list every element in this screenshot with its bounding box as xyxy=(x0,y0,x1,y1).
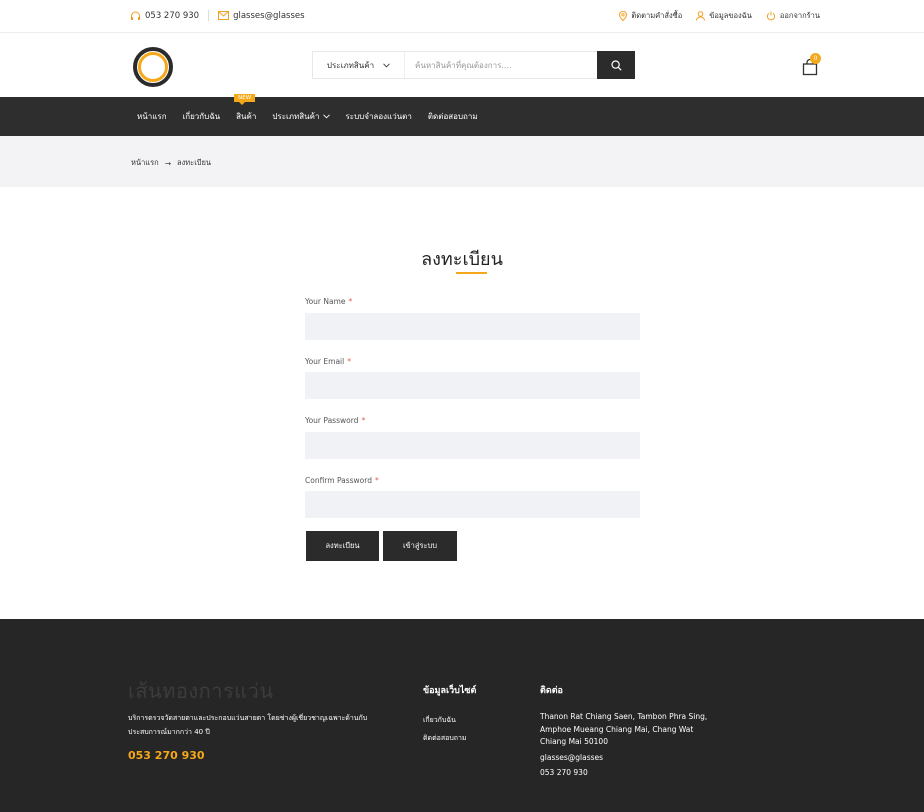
footer-email[interactable]: glasses@glasses xyxy=(540,752,710,765)
nav-label: หน้าแรก xyxy=(137,112,167,121)
chevron-down-icon xyxy=(383,61,390,70)
breadcrumb-home-link[interactable]: หน้าแรก xyxy=(131,157,159,169)
password-label: Your Password * xyxy=(305,416,365,425)
topbar-phone: 053 270 930 xyxy=(145,10,200,21)
search-icon xyxy=(610,56,622,75)
footer-contact-heading: ติดต่อ xyxy=(540,686,563,696)
required-mark: * xyxy=(348,297,353,306)
nav-label: ติดต่อสอบถาม xyxy=(427,112,478,121)
footer: เส้นทองการแว่น บริการตรวจวัดสายตาและประก… xyxy=(0,619,924,812)
footer-info-links: เกี่ยวกับฉัน ติดต่อสอบถาม xyxy=(423,711,467,747)
footer-description: บริการตรวจวัดสายตาและประกอบแว่นสายตา โดย… xyxy=(128,714,368,736)
required-mark: * xyxy=(374,476,379,485)
email-label: Your Email * xyxy=(305,357,351,366)
password-label-text: Your Password xyxy=(305,416,359,425)
title-underline xyxy=(456,272,487,274)
search-button[interactable] xyxy=(597,51,635,79)
password-field[interactable] xyxy=(305,432,640,459)
nav-label: ประเภทสินค้า xyxy=(272,112,320,121)
map-pin-icon xyxy=(619,11,628,21)
nav-item-home[interactable]: หน้าแรก xyxy=(137,110,167,123)
register-button[interactable]: ลงทะเบียน xyxy=(306,531,379,561)
footer-info-heading: ข้อมูลเว็บไซต์ xyxy=(423,686,477,696)
arrow-right-icon: → xyxy=(164,158,171,168)
nav-label: เกี่ยวกับฉัน xyxy=(182,112,221,121)
nav-label: สินค้า xyxy=(236,112,257,121)
divider xyxy=(208,10,210,21)
search-input[interactable] xyxy=(405,52,597,78)
nav-label: ระบบจำลองแว่นตา xyxy=(345,112,412,121)
search-bar: ประเภทสินค้า xyxy=(312,51,635,79)
power-icon xyxy=(766,11,776,21)
my-account-link[interactable]: ข้อมูลของฉัน xyxy=(696,10,752,22)
logout-link[interactable]: ออกจากร้าน xyxy=(766,10,820,22)
email-contact[interactable]: glasses@glasses xyxy=(218,10,305,21)
email-label-text: Your Email xyxy=(305,357,345,366)
footer-contact: Thanon Rat Chiang Saen, Tambon Phra Sing… xyxy=(540,711,710,780)
track-order-link[interactable]: ติดตามคำสั่งซื้อ xyxy=(619,10,682,22)
header: ประเภทสินค้า 0 xyxy=(0,33,924,97)
user-icon xyxy=(696,11,706,21)
nav-item-glasses-simulator[interactable]: ระบบจำลองแว่นตา xyxy=(346,110,412,123)
headset-icon xyxy=(130,11,141,21)
confirm-password-label-text: Confirm Password xyxy=(305,476,372,485)
required-mark: * xyxy=(347,357,351,366)
my-account-label: ข้อมูลของฉัน xyxy=(709,11,752,20)
nav-item-about[interactable]: เกี่ยวกับฉัน xyxy=(183,110,221,123)
footer-address: Thanon Rat Chiang Saen, Tambon Phra Sing… xyxy=(540,712,708,746)
name-label-text: Your Name xyxy=(305,297,346,306)
logout-label: ออกจากร้าน xyxy=(779,11,820,20)
name-label: Your Name * xyxy=(305,297,352,306)
footer-contact-phone[interactable]: 053 270 930 xyxy=(540,767,710,780)
confirm-password-field[interactable] xyxy=(305,491,640,518)
nav-item-products[interactable]: NEW สินค้า xyxy=(234,94,257,123)
footer-brand: เส้นทองการแว่น xyxy=(128,679,274,703)
footer-link-contact[interactable]: ติดต่อสอบถาม xyxy=(423,729,467,747)
footer-phone[interactable]: 053 270 930 xyxy=(128,749,205,762)
nav-item-categories[interactable]: ประเภทสินค้า xyxy=(272,110,330,123)
phone-contact[interactable]: 053 270 930 xyxy=(130,11,199,21)
topbar-email: glasses@glasses xyxy=(233,10,305,21)
category-select-label: ประเภทสินค้า xyxy=(326,60,375,70)
mail-icon xyxy=(218,11,230,20)
chevron-down-icon xyxy=(322,112,330,121)
top-bar: 053 270 930 glasses@glasses ติดตามคำสั่ง… xyxy=(0,0,924,33)
breadcrumb-current: ลงทะเบียน xyxy=(176,158,212,167)
cart-button[interactable]: 0 xyxy=(801,53,821,78)
category-select[interactable]: ประเภทสินค้า xyxy=(313,52,405,78)
main-nav: หน้าแรก เกี่ยวกับฉัน NEW สินค้า ประเภทสิ… xyxy=(0,94,924,136)
breadcrumb: หน้าแรก → ลงทะเบียน xyxy=(0,136,924,187)
login-button[interactable]: เข้าสู่ระบบ xyxy=(383,531,457,561)
required-mark: * xyxy=(361,416,366,425)
footer-link-about[interactable]: เกี่ยวกับฉัน xyxy=(423,711,467,729)
nav-item-contact[interactable]: ติดต่อสอบถาม xyxy=(428,110,478,123)
cart-count-badge: 0 xyxy=(810,53,821,64)
confirm-password-label: Confirm Password * xyxy=(305,476,379,485)
name-field[interactable] xyxy=(305,313,640,340)
page-title: ลงทะเบียน xyxy=(421,249,503,270)
email-field[interactable] xyxy=(305,372,640,399)
new-badge: NEW xyxy=(234,94,256,105)
track-order-label: ติดตามคำสั่งซื้อ xyxy=(631,11,683,20)
site-logo[interactable] xyxy=(133,47,173,87)
